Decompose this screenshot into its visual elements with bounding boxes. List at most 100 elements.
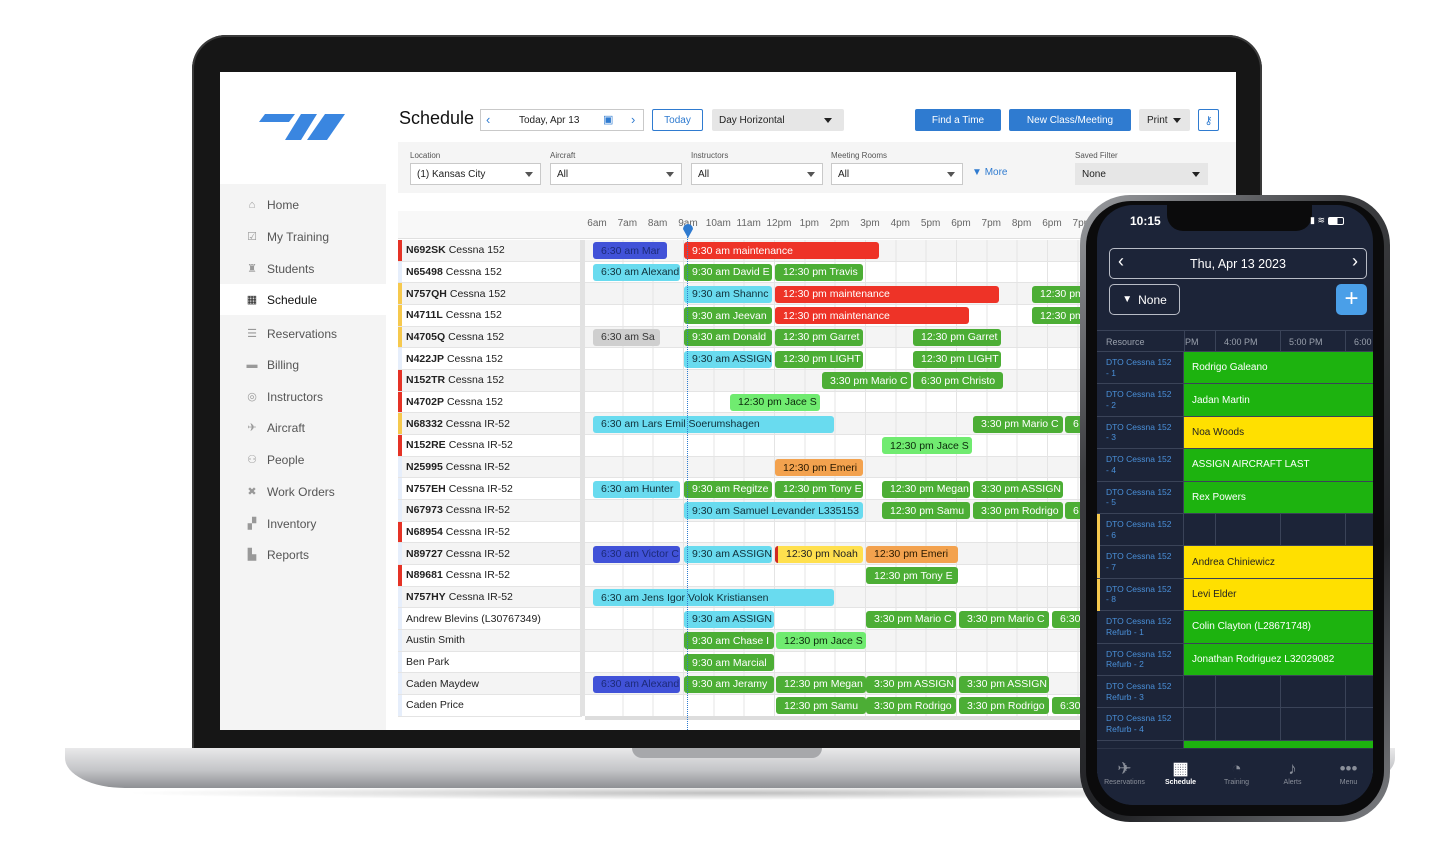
resource-row-header[interactable]: N4702P Cessna 152: [398, 391, 582, 414]
event-block[interactable]: 6:30 am Lars Emil Soerumshagen: [593, 415, 834, 433]
phone-resource-row[interactable]: DTO Cessna 152 - 8 Levi Elder: [1097, 578, 1373, 612]
phone-resource-row[interactable]: DTO Cessna 152 Refurb - 3: [1097, 676, 1373, 709]
tab-schedule[interactable]: ▦ Schedule: [1153, 759, 1208, 786]
event-block[interactable]: 3:30 pm Rodrigo: [959, 697, 1049, 715]
event-block[interactable]: 12:30 pm Garret: [913, 328, 1001, 346]
event-block[interactable]: 6:30 am Hunter: [593, 480, 680, 498]
event-block[interactable]: 12:30 pm Megan: [882, 480, 970, 498]
new-class-meeting-button[interactable]: New Class/Meeting: [1009, 109, 1131, 131]
add-button[interactable]: +: [1336, 284, 1367, 315]
event-block[interactable]: 12:30 pm Tony E: [775, 480, 863, 498]
resource-row-header[interactable]: Caden Maydew: [398, 673, 582, 696]
resource-row-header[interactable]: N65498 Cessna 152: [398, 261, 582, 284]
date-label[interactable]: Today, Apr 13: [519, 115, 579, 126]
event-block[interactable]: 12:30 pm Emeri: [775, 459, 863, 476]
event-block[interactable]: 6:30 am Mar: [593, 242, 667, 260]
event-block[interactable]: 9:30 am Donald: [684, 328, 772, 346]
tab-training[interactable]: ◔ Training: [1209, 759, 1264, 786]
phone-resource-row[interactable]: DTO Cessna 152 - 4 ASSIGN AIRCRAFT LAST: [1097, 449, 1373, 482]
resource-row-header[interactable]: N89681 Cessna IR-52: [398, 565, 582, 587]
phone-event-block[interactable]: Jonathan Rodriguez L32029082: [1184, 643, 1373, 675]
resource-row-header[interactable]: N422JP Cessna 152: [398, 348, 582, 370]
phone-resource-row[interactable]: DTO Cessna 152 - 7 Andrea Chiniewicz: [1097, 546, 1373, 579]
next-day-button[interactable]: ›: [631, 112, 635, 127]
event-block[interactable]: 6:30 am Jens Igor Volok Kristiansen: [593, 589, 834, 607]
vertical-scrollbar[interactable]: [580, 240, 585, 716]
sidebar-item-schedule[interactable]: ▦ Schedule: [220, 284, 386, 315]
event-block[interactable]: 12:30 pm Samu: [882, 502, 970, 520]
event-block[interactable]: 6:30 am Sa: [593, 328, 660, 346]
event-block[interactable]: 12:30 pm Noah: [775, 545, 863, 563]
event-block[interactable]: 12:30 pm Tony E: [866, 567, 958, 585]
sidebar-item-students[interactable]: ♜ Students: [220, 253, 386, 284]
event-block[interactable]: 9:30 am Chase I: [684, 632, 774, 650]
tab-alerts[interactable]: ♪ Alerts: [1265, 759, 1320, 786]
aircraft-select[interactable]: All: [550, 163, 682, 185]
phone-event-block[interactable]: Jadan Martin: [1184, 384, 1373, 416]
find-a-time-button[interactable]: Find a Time: [915, 109, 1001, 131]
phone-resource-row[interactable]: DTO Cessna 152 - 6: [1097, 514, 1373, 547]
event-block[interactable]: 3:30 pm ASSIGN: [973, 480, 1063, 498]
sidebar-item-reports[interactable]: ▙ Reports: [220, 539, 386, 570]
print-button[interactable]: Print: [1139, 109, 1190, 131]
sidebar-item-reservations[interactable]: ☰ Reservations: [220, 318, 386, 349]
resource-row-header[interactable]: Ben Park: [398, 651, 582, 674]
resource-row-header[interactable]: N4705Q Cessna 152: [398, 326, 582, 349]
event-block[interactable]: 9:30 am Marcial: [684, 654, 774, 672]
event-block[interactable]: 9:30 am Jeevan: [684, 307, 772, 325]
event-block[interactable]: 3:30 pm Rodrigo: [866, 697, 956, 715]
resource-row-header[interactable]: N757HY Cessna IR-52: [398, 586, 582, 609]
resource-row-header[interactable]: N757EH Cessna IR-52: [398, 478, 582, 501]
event-block[interactable]: 9:30 am Shannc: [684, 285, 772, 303]
prev-day-button[interactable]: ‹: [486, 112, 490, 127]
phone-event-block[interactable]: Rodrigo Galeano: [1184, 352, 1373, 384]
phone-resource-row[interactable]: DTO Cessna 152 - 1 Rodrigo Galeano: [1097, 352, 1373, 385]
phone-event-block[interactable]: Levi Elder: [1184, 578, 1373, 611]
sidebar-item-inventory[interactable]: ▞ Inventory: [220, 508, 386, 539]
event-block[interactable]: 3:30 pm Mario C: [866, 610, 956, 628]
resource-row-header[interactable]: Andrew Blevins (L30767349): [398, 608, 582, 631]
event-block[interactable]: 3:30 pm Mario C: [973, 415, 1063, 433]
tab-menu[interactable]: ••• Menu: [1321, 759, 1373, 786]
resource-row-header[interactable]: N757QH Cessna 152: [398, 283, 582, 305]
resource-row-header[interactable]: N692SK Cessna 152: [398, 240, 582, 262]
meeting-rooms-select[interactable]: All: [831, 163, 963, 185]
event-block[interactable]: 3:30 pm Mario C: [822, 372, 911, 390]
view-select[interactable]: Day Horizontal: [712, 109, 844, 131]
resource-row-header[interactable]: Austin Smith: [398, 630, 582, 652]
sidebar-item-home[interactable]: ⌂ Home: [220, 189, 386, 220]
resource-row-header[interactable]: Caden Price: [398, 695, 582, 717]
event-block[interactable]: 3:30 pm ASSIGN: [866, 675, 956, 693]
event-block[interactable]: 6:30 pm Christo: [913, 372, 1003, 390]
phone-resource-row[interactable]: DTO Cessna 152 Refurb - 2 Jonathan Rodrig…: [1097, 643, 1373, 676]
phone-event-block[interactable]: Colin Clayton (L28671748): [1184, 611, 1373, 643]
phone-resource-row[interactable]: DTO Cessna 152 Refurb - 4: [1097, 708, 1373, 741]
phone-filter-button[interactable]: ▼ None: [1109, 284, 1180, 315]
event-block[interactable]: 12:30 pm Jace S: [882, 437, 972, 455]
sidebar-item-billing[interactable]: ▬ Billing: [220, 349, 386, 380]
key-button[interactable]: ⚷: [1198, 109, 1219, 131]
event-block[interactable]: 9:30 am Regitze: [684, 480, 772, 498]
phone-resource-row[interactable]: DTO Cessna 152 Refurb - 1 Colin Clayton (…: [1097, 611, 1373, 644]
event-block[interactable]: 12:30 pm maintenance: [775, 307, 969, 325]
calendar-icon[interactable]: ▣: [603, 113, 613, 126]
resource-row-header[interactable]: N89727 Cessna IR-52: [398, 543, 582, 566]
event-block[interactable]: 3:30 pm Mario C: [959, 610, 1049, 628]
resource-row-header[interactable]: N152TR Cessna 152: [398, 370, 582, 392]
event-block[interactable]: 9:30 am maintenance: [684, 242, 879, 260]
event-block[interactable]: 12:30 pm Jace S: [776, 632, 866, 650]
event-block[interactable]: 6:30 am Alexand: [593, 675, 680, 693]
phone-event-block[interactable]: Andrea Chiniewicz: [1184, 546, 1373, 578]
more-filters-link[interactable]: ▼ More: [972, 167, 1007, 178]
today-button[interactable]: Today: [652, 109, 703, 131]
tab-reservations[interactable]: ✈ Reservations: [1097, 759, 1152, 786]
event-block[interactable]: 12:30 pm Emeri: [866, 545, 958, 563]
event-block[interactable]: 6:30 am Alexand: [593, 263, 680, 281]
sidebar-item-instructors[interactable]: ◎ Instructors: [220, 381, 386, 412]
event-block[interactable]: 9:30 am ASSIGN: [684, 610, 774, 628]
resource-row-header[interactable]: N4711L Cessna 152: [398, 305, 582, 327]
event-block[interactable]: 12:30 pm LIGHT: [775, 350, 863, 368]
event-block[interactable]: 12:30 pm Samu: [776, 697, 866, 715]
event-block[interactable]: 12:30 pm maintenance: [775, 285, 999, 303]
resource-row-header[interactable]: N67973 Cessna IR-52: [398, 500, 582, 522]
